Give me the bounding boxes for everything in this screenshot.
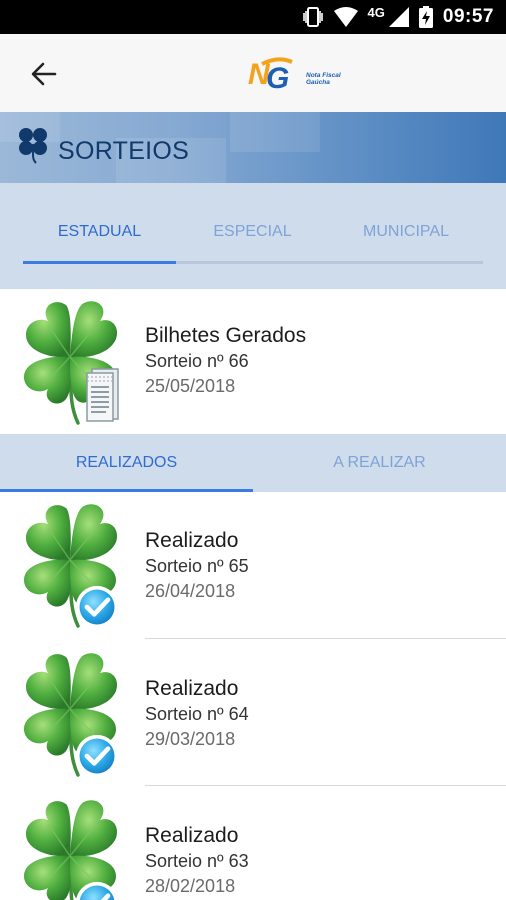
logo-caption: Nota Fiscal Gaúcha [306,72,341,86]
draw-date: 29/03/2018 [145,729,236,749]
sorteios-banner: SORTEIOS [0,112,506,183]
page-title: SORTEIOS [58,137,190,165]
draw-number: Sorteio nº 63 [145,851,249,871]
draw-number: Sorteio nº 65 [145,556,249,576]
clover-tickets-icon [20,297,119,427]
region-tabs: ESTADUAL ESPECIAL MUNICIPAL [0,183,506,289]
clover-check-icon [20,649,124,779]
status-icons: 4G 09:57 [302,0,494,34]
svg-text:G: G [266,62,289,94]
clover-check-icon [20,796,124,900]
network-type: 4G [367,4,385,20]
tab-municipal[interactable]: MUNICIPAL [329,223,483,247]
draw-number: Sorteio nº 66 [145,351,249,371]
status-time: 09:57 [442,6,494,27]
draw-title: Realizado [145,824,239,847]
back-button[interactable] [26,56,62,92]
tab-estadual[interactable]: ESTADUAL [23,223,176,247]
app-bar: N G Nota Fiscal Gaúcha [0,34,506,112]
draw-date: 28/02/2018 [145,876,236,896]
tab-a-realizar[interactable]: A REALIZAR [253,454,506,472]
list-item[interactable]: Realizado Sorteio nº 63 28/02/2018 [0,786,506,900]
current-draw-card[interactable]: Bilhetes Gerados Sorteio nº 66 25/05/201… [0,289,506,434]
tab-especial[interactable]: ESPECIAL [176,223,329,247]
draw-title: Realizado [145,677,239,700]
wifi-icon [333,7,358,27]
battery-charging-icon [418,6,433,28]
arrow-left-icon [31,62,57,86]
status-tabs: REALIZADOS A REALIZAR [0,434,506,492]
signal-icon [388,7,409,27]
vibrate-icon [302,7,323,27]
list-item[interactable]: Realizado Sorteio nº 65 26/04/2018 [0,492,506,639]
status-bar: 4G 09:57 [0,0,506,34]
draw-number: Sorteio nº 64 [145,704,249,724]
list-item[interactable]: Realizado Sorteio nº 64 29/03/2018 [0,639,506,786]
clover-icon [19,128,47,164]
clover-check-icon [20,500,124,630]
draw-title: Realizado [145,529,239,552]
draw-date: 26/04/2018 [145,581,236,601]
draw-title: Bilhetes Gerados [145,324,307,347]
tab-indicator [23,261,176,264]
draw-date: 25/05/2018 [145,376,236,396]
tab-realizados[interactable]: REALIZADOS [0,454,253,472]
